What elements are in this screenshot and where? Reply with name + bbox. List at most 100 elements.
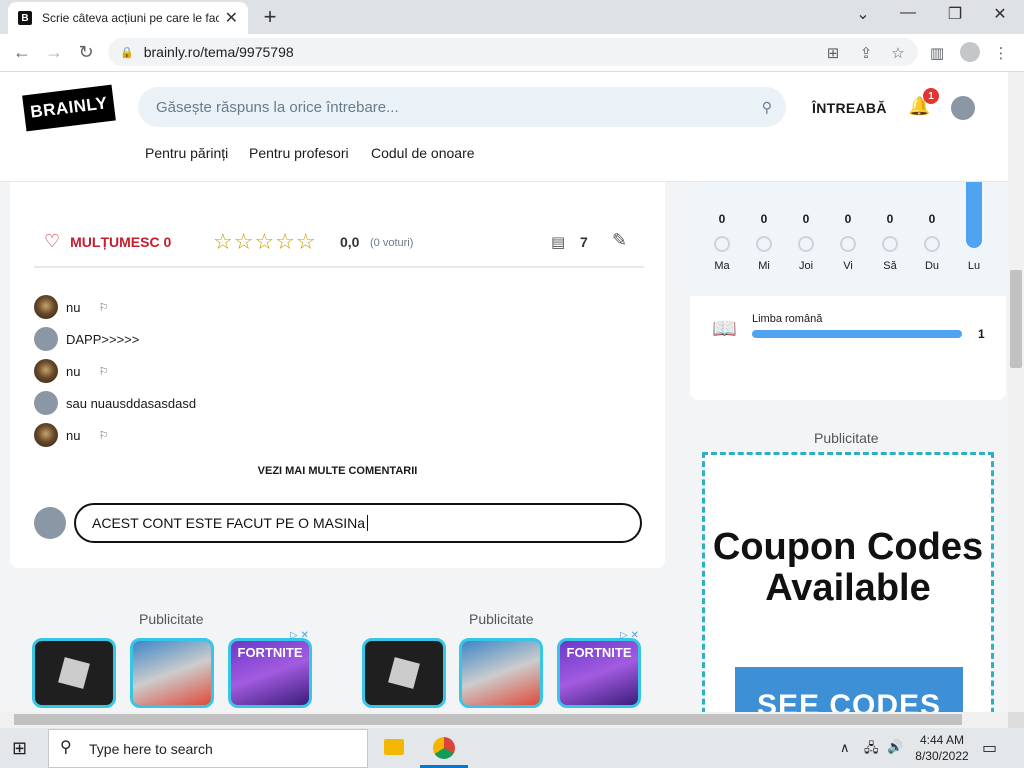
tab-search-chevron-icon[interactable]: ⌄ <box>843 4 883 24</box>
nav-link-honor-code[interactable]: Codul de onoare <box>371 145 475 161</box>
thanks-button[interactable]: ♡ MULȚUMESC 0 <box>44 231 171 252</box>
menu-kebab-icon[interactable]: ⋮ <box>990 44 1012 62</box>
more-comments-link[interactable]: VEZI MAI MULTE COMENTARII <box>10 465 665 477</box>
ad-choices-icon[interactable]: ▷ ✕ <box>290 630 309 641</box>
edit-pencil-icon[interactable]: ✎ <box>612 230 627 251</box>
day-circle <box>756 236 772 252</box>
fortnite-ad-tile[interactable]: FORTNITE <box>557 638 641 708</box>
lock-icon[interactable]: 🔒 <box>120 46 134 59</box>
network-icon[interactable]: 🖧 <box>864 739 879 761</box>
subject-count: 1 <box>978 327 985 341</box>
close-window-button[interactable]: ✕ <box>980 4 1020 24</box>
commenter-avatar[interactable] <box>34 359 58 383</box>
my-avatar <box>34 507 66 539</box>
search-input[interactable]: Găsește răspuns la orice întrebare... ⚲ <box>138 87 786 127</box>
vertical-scrollbar[interactable] <box>1008 72 1024 712</box>
commenter-avatar[interactable] <box>34 391 58 415</box>
share-icon[interactable]: ⇪ <box>855 44 877 62</box>
browser-tab[interactable]: B Scrie câteva acțiuni pe care le fac ✕ <box>8 2 248 34</box>
day-label: Să <box>883 260 897 272</box>
bookmark-star-icon[interactable]: ☆ <box>887 44 909 62</box>
thanks-label: MULȚUMESC 0 <box>70 233 172 250</box>
day-circle <box>882 236 898 252</box>
ask-question-button[interactable]: ÎNTREABĂ <box>812 100 887 116</box>
translate-icon[interactable]: ⊞ <box>822 44 844 62</box>
day-label: Mi <box>758 260 770 272</box>
comment-row: nu ⚐ <box>34 422 108 448</box>
freefire-ad-tile[interactable] <box>130 638 214 708</box>
notification-badge: 1 <box>923 88 939 104</box>
address-bar[interactable]: 🔒 brainly.ro/tema/9975798 <box>108 38 918 66</box>
roblox-ad-tile[interactable] <box>32 638 116 708</box>
day-column: 0 Ma <box>705 212 739 272</box>
day-circle <box>840 236 856 252</box>
subject-name: Limba română <box>752 313 823 325</box>
commenter-avatar[interactable] <box>34 295 58 319</box>
nav-link-parents[interactable]: Pentru părinți <box>145 145 228 161</box>
page-viewport: BRAINLY Găsește răspuns la orice întreba… <box>0 72 1008 712</box>
comment-text: nu <box>66 363 81 379</box>
chrome-icon[interactable] <box>433 737 455 759</box>
clock-date: 8/30/2022 <box>915 749 969 763</box>
minimize-button[interactable]: — <box>888 4 928 22</box>
close-tab-icon[interactable]: ✕ <box>225 8 238 28</box>
volume-icon[interactable]: 🔊 <box>887 739 903 755</box>
brainly-logo[interactable]: BRAINLY <box>22 84 116 132</box>
day-column: 0 Să <box>873 212 907 272</box>
search-icon: ⚲ <box>60 739 72 756</box>
roblox-ad-tile[interactable] <box>362 638 446 708</box>
comment-row: nu ⚐ <box>34 294 108 320</box>
day-column: 0 Du <box>915 212 949 272</box>
see-codes-button[interactable]: SEE CODES <box>735 667 963 712</box>
new-tab-button[interactable]: + <box>258 4 282 30</box>
comments-icon[interactable]: ▤ <box>551 233 565 251</box>
day-value: 0 <box>802 212 810 226</box>
vertical-scroll-thumb[interactable] <box>1010 270 1022 368</box>
commenter-avatar[interactable] <box>34 423 58 447</box>
comment-input[interactable]: ACEST CONT ESTE FACUT PE O MASINa <box>74 503 642 543</box>
search-placeholder: Găsește răspuns la orice întrebare... <box>156 98 399 116</box>
profile-icon[interactable] <box>960 42 980 62</box>
clock[interactable]: 4:44 AM 8/30/2022 <box>912 732 972 764</box>
day-column: 0 Joi <box>789 212 823 272</box>
forward-icon[interactable]: → <box>42 42 66 63</box>
rating-stars[interactable]: ☆☆☆☆☆ <box>213 229 317 255</box>
windows-start-icon[interactable]: ⊞ <box>12 738 27 759</box>
ad-label: Publicitate <box>814 430 879 446</box>
reload-icon[interactable]: ↻ <box>74 42 98 63</box>
file-explorer-icon[interactable] <box>384 739 404 755</box>
side-panel-icon[interactable]: ▥ <box>926 44 948 62</box>
ad-choices-icon[interactable]: ▷ ✕ <box>620 630 639 641</box>
coupon-title: Coupon Codes Available <box>712 526 984 609</box>
horizontal-scroll-thumb[interactable] <box>14 714 962 725</box>
user-avatar[interactable] <box>951 96 975 120</box>
report-flag-icon[interactable]: ⚐ <box>98 429 108 442</box>
report-flag-icon[interactable]: ⚐ <box>98 365 108 378</box>
tab-title: Scrie câteva acțiuni pe care le fac <box>42 11 219 25</box>
vote-count: (0 voturi) <box>370 237 414 249</box>
nav-link-teachers[interactable]: Pentru profesori <box>249 145 349 161</box>
divider <box>34 266 644 268</box>
commenter-avatar[interactable] <box>34 327 58 351</box>
day-column: 0 Mi <box>747 212 781 272</box>
heart-icon: ♡ <box>44 231 61 251</box>
comment-text: nu <box>66 299 81 315</box>
fortnite-ad-tile[interactable]: FORTNITE <box>228 638 312 708</box>
report-flag-icon[interactable]: ⚐ <box>98 301 108 314</box>
coupon-ad[interactable]: Coupon Codes Available SEE CODES <box>702 452 994 712</box>
back-icon[interactable]: ← <box>10 42 34 63</box>
day-label: Lu <box>967 260 981 272</box>
day-value: 0 <box>886 212 894 226</box>
taskbar-search-input[interactable]: Type here to search <box>48 729 368 768</box>
subject-progress-bar <box>752 330 962 338</box>
day-label: Joi <box>798 260 814 272</box>
restore-button[interactable]: ❐ <box>935 4 975 24</box>
answer-card: ♡ MULȚUMESC 0 ☆☆☆☆☆ 0,0 (0 voturi) ▤ 7 ✎… <box>10 182 665 568</box>
search-icon[interactable]: ⚲ <box>762 99 772 116</box>
tray-chevron-icon[interactable]: ∧ <box>840 740 850 756</box>
day-column: 0 Vi <box>831 212 865 272</box>
weekly-activity: 0 Ma 0 Mi 0 Joi 0 Vi 0 Să 0 Du Lu <box>690 182 1006 296</box>
freefire-ad-tile[interactable] <box>459 638 543 708</box>
scroll-corner <box>1008 712 1024 728</box>
notification-center-icon[interactable]: ▭ <box>982 738 997 758</box>
